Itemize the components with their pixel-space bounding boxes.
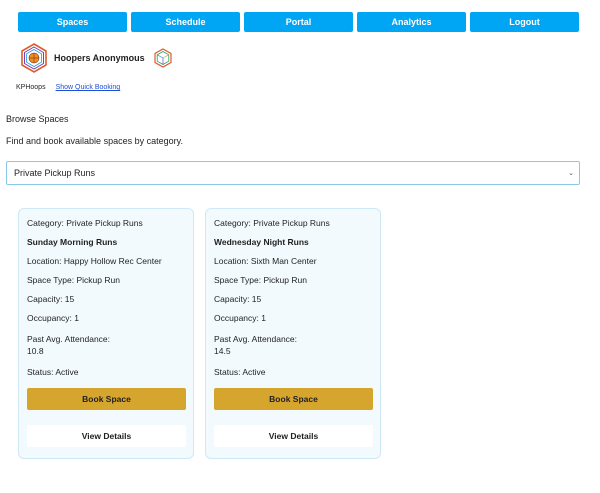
card-occupancy: Occupancy: 1: [214, 313, 266, 323]
book-space-button[interactable]: Book Space: [27, 388, 186, 410]
card-location: Location: Sixth Man Center: [214, 256, 317, 266]
username-label: KPHoops: [16, 84, 46, 91]
book-space-button[interactable]: Book Space: [214, 388, 373, 410]
card-title: Wednesday Night Runs: [214, 237, 309, 247]
category-select-value: Private Pickup Runs: [14, 168, 96, 178]
card-status: Status: Active: [27, 367, 79, 377]
card-category: Category: Private Pickup Runs: [214, 218, 330, 228]
category-select[interactable]: Private Pickup Runs ⌄: [6, 161, 580, 185]
card-space-type: Space Type: Pickup Run: [27, 275, 120, 285]
chevron-down-icon: ⌄: [568, 170, 574, 177]
card-status: Status: Active: [214, 367, 266, 377]
card-capacity: Capacity: 15: [27, 294, 75, 304]
card-title: Sunday Morning Runs: [27, 237, 118, 247]
nav-portal-button[interactable]: Portal: [244, 12, 353, 32]
space-card: Category: Private Pickup Runs Sunday Mor…: [18, 208, 194, 459]
card-category: Category: Private Pickup Runs: [27, 218, 143, 228]
nav-spaces-button[interactable]: Spaces: [18, 12, 127, 32]
basketball-hexagon-logo-icon: [21, 43, 47, 73]
card-space-type: Space Type: Pickup Run: [214, 275, 307, 285]
card-attendance-label: Past Avg. Attendance:: [214, 334, 298, 344]
nav-schedule-button[interactable]: Schedule: [131, 12, 240, 32]
card-attendance-label: Past Avg. Attendance:: [27, 334, 111, 344]
brand-name: Hoopers Anonymous: [54, 53, 145, 63]
card-capacity: Capacity: 15: [214, 294, 262, 304]
card-location: Location: Happy Hollow Rec Center: [27, 256, 162, 266]
card-occupancy: Occupancy: 1: [27, 313, 79, 323]
card-attendance-value: 14.5: [214, 346, 231, 356]
card-attendance-value: 10.8: [27, 346, 44, 356]
view-details-button[interactable]: View Details: [214, 425, 373, 447]
page-title: Browse Spaces: [6, 114, 69, 124]
page-description: Find and book available spaces by catego…: [6, 136, 183, 146]
top-nav: Spaces Schedule Portal Analytics Logout: [18, 12, 579, 32]
brand-header: Hoopers Anonymous: [20, 43, 172, 73]
nav-logout-button[interactable]: Logout: [470, 12, 579, 32]
view-details-button[interactable]: View Details: [27, 425, 186, 447]
hexagon-cube-icon: [154, 48, 172, 68]
nav-analytics-button[interactable]: Analytics: [357, 12, 466, 32]
space-card: Category: Private Pickup Runs Wednesday …: [205, 208, 381, 459]
show-quick-booking-link[interactable]: Show Quick Booking: [56, 84, 121, 91]
user-subline: KPHoops Show Quick Booking: [16, 84, 120, 91]
